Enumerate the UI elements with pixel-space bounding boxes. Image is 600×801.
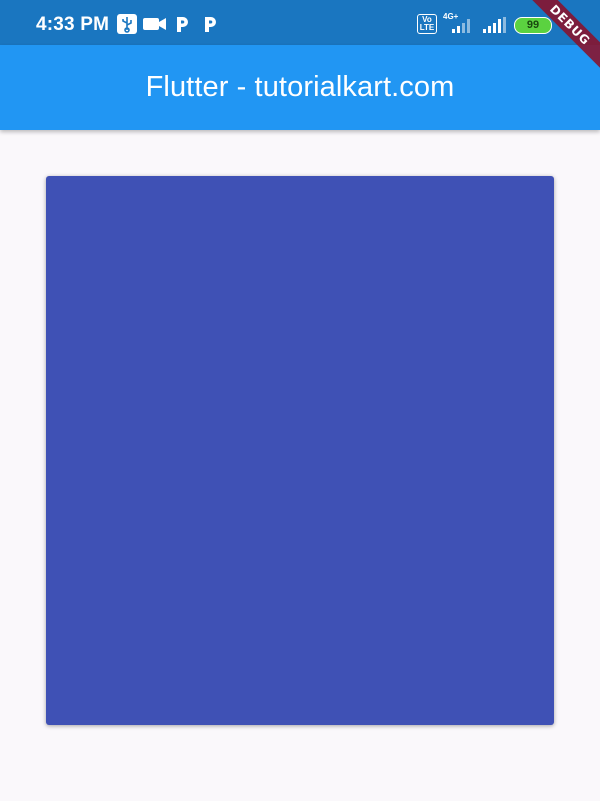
app-bar: Flutter - tutorialkart.com xyxy=(0,45,600,130)
signal-strength-icon xyxy=(452,19,470,33)
parking-app-icon xyxy=(177,17,188,32)
video-camera-icon xyxy=(143,18,166,30)
volte-icon: Vo LTE xyxy=(417,14,437,34)
usb-icon xyxy=(117,14,137,34)
page-title: Flutter - tutorialkart.com xyxy=(145,71,455,103)
status-time: 4:33 PM xyxy=(36,14,110,35)
battery-level: 99 xyxy=(526,19,540,31)
status-bar: 4:33 PM Vo LTE 4G+ 99 xyxy=(0,0,600,45)
battery-icon: 99 xyxy=(514,17,552,34)
parking-app-icon xyxy=(205,17,216,32)
blue-container-box xyxy=(46,176,554,725)
signal-strength-icon xyxy=(483,17,506,33)
